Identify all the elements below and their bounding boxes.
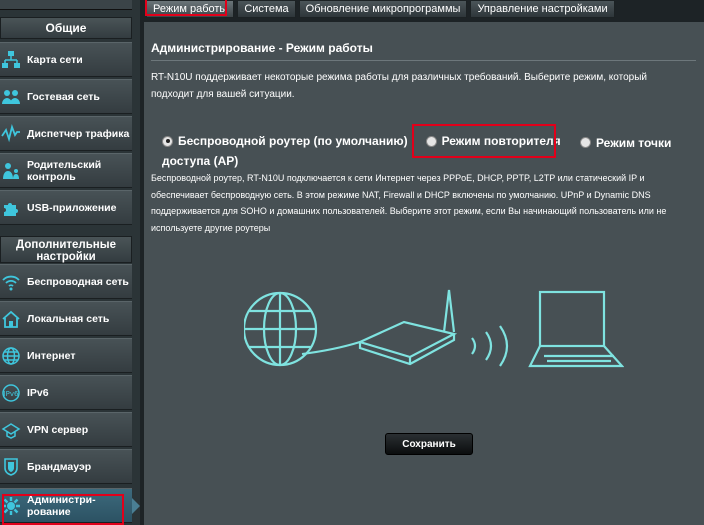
radio-repeater[interactable] [425, 135, 437, 147]
tab-firmware-upgrade[interactable]: Обновление микропрограммы [298, 0, 468, 18]
sidebar-top-strip [0, 0, 132, 10]
mode-illustration [244, 289, 624, 368]
wifi-signal-icon [471, 325, 509, 367]
sidebar-item-lan[interactable]: Локальная сеть [0, 301, 132, 336]
tab-settings-management[interactable]: Управление настройками [470, 0, 615, 18]
sidebar-item-label: Гостевая сеть [27, 90, 100, 103]
sidebar-item-label: Диспетчер трафика [27, 127, 130, 140]
lan-icon [0, 308, 22, 330]
radio-wireless-router[interactable] [162, 135, 173, 147]
sidebar-item-ipv6[interactable]: IPv6 IPv6 [0, 375, 132, 410]
vpn-icon [0, 419, 22, 441]
internet-icon [0, 345, 22, 367]
sidebar-item-wireless[interactable]: Беспроводная сеть [0, 264, 132, 299]
network-map-icon [0, 49, 22, 71]
sidebar-item-vpn[interactable]: VPN сервер [0, 412, 132, 447]
svg-text:IPv6: IPv6 [4, 390, 19, 398]
radio-access-point[interactable] [579, 136, 591, 148]
save-button[interactable]: Сохранить [385, 433, 473, 455]
tab-bar: Режим работы Система Обновление микропро… [146, 0, 618, 20]
sidebar-item-usb-app[interactable]: USB-приложение [0, 190, 132, 225]
sidebar-item-label: Родительский контроль [27, 158, 102, 183]
sidebar-item-firewall[interactable]: Брандмауэр [0, 449, 132, 484]
sidebar-section-general: Общие [0, 17, 132, 39]
operation-mode-group: Беспроводной роутер (по умолчанию) Режим… [162, 132, 692, 170]
administration-icon [0, 495, 22, 517]
page-title: Администрирование - Режим работы [151, 41, 373, 55]
sidebar-item-network-map[interactable]: Карта сети [0, 42, 132, 77]
sidebar-item-label: USB-приложение [27, 201, 117, 214]
traffic-manager-icon [0, 123, 22, 145]
laptop-icon [528, 290, 624, 368]
mode-repeater[interactable]: Режим повторителя [425, 132, 561, 150]
ipv6-icon: IPv6 [0, 382, 22, 404]
sidebar-item-label: IPv6 [27, 386, 49, 399]
wireless-icon [0, 271, 22, 293]
sidebar: Общие Карта сети Гостевая сеть Диспетчер… [0, 0, 140, 525]
sidebar-item-administration[interactable]: Администри-рование [0, 488, 132, 523]
sidebar-item-label: Интернет [27, 349, 76, 362]
mode-description: Беспроводной роутер, RT-N10U подключаетс… [151, 173, 667, 233]
mode-label: Беспроводной роутер (по умолчанию) [178, 134, 408, 148]
intro-text: RT-N10U поддерживает некоторые режима ра… [151, 72, 647, 100]
tab-system[interactable]: Система [237, 0, 296, 18]
tab-operation-mode[interactable]: Режим работы [146, 0, 235, 18]
firewall-icon [0, 456, 22, 478]
parental-control-icon [0, 160, 22, 182]
sidebar-item-label: Брандмауэр [27, 460, 92, 473]
main-panel: Администрирование - Режим работы RT-N10U… [144, 22, 704, 525]
mode-wireless-router[interactable]: Беспроводной роутер (по умолчанию) [162, 132, 408, 150]
title-divider [151, 60, 696, 61]
sidebar-item-label: Администри-рование [27, 493, 96, 518]
router-icon [356, 289, 458, 366]
sidebar-item-label: Беспроводная сеть [27, 275, 129, 288]
sidebar-section-advanced: Дополнительные настройки [0, 236, 132, 263]
usb-app-icon [0, 197, 22, 219]
sidebar-item-guest-network[interactable]: Гостевая сеть [0, 79, 132, 114]
sidebar-item-label: VPN сервер [27, 423, 89, 436]
sidebar-item-label: Локальная сеть [27, 312, 110, 325]
sidebar-item-traffic-manager[interactable]: Диспетчер трафика [0, 116, 132, 151]
guest-network-icon [0, 86, 22, 108]
sidebar-item-parental-control[interactable]: Родительский контроль [0, 153, 132, 188]
sidebar-item-label: Карта сети [27, 53, 83, 66]
sidebar-item-internet[interactable]: Интернет [0, 338, 132, 373]
active-item-arrow [132, 498, 140, 514]
mode-label: Режим повторителя [441, 134, 561, 148]
